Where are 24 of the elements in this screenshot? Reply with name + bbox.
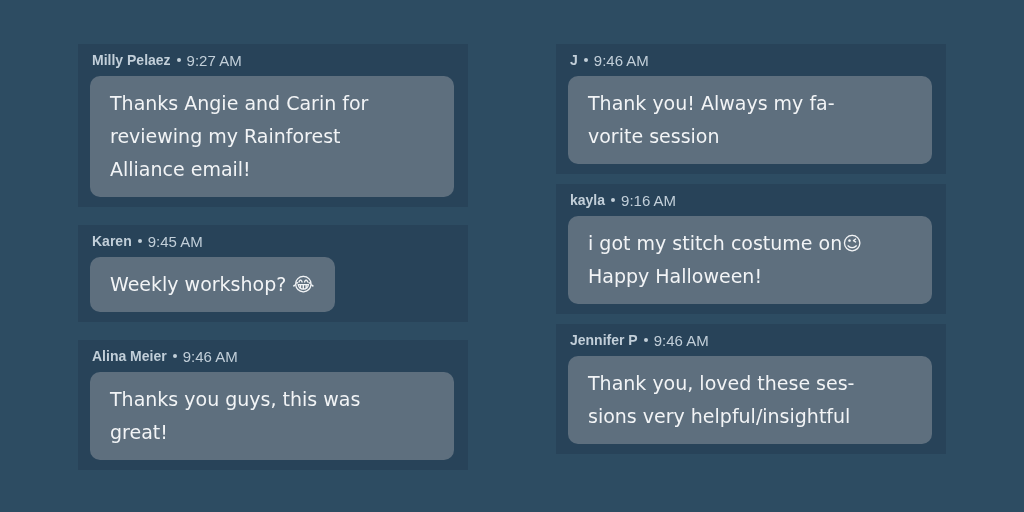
author-name: Karen <box>92 233 132 249</box>
message-time: 9:27 AM <box>186 51 242 69</box>
separator-dot <box>643 338 648 342</box>
author-name: Jennifer P <box>570 332 638 348</box>
message-bubble: Thanks you guys, this was great! <box>90 372 454 460</box>
message-bubble: Thank you, loved these ses- sions very helpful/insightful <box>568 356 932 444</box>
author-name: J <box>570 52 578 68</box>
message-bubble: Thanks Angie and Carin for reviewing my Rainforest Alliance email! <box>90 76 454 197</box>
message-bubble: Weekly workshop? 😂 <box>90 257 335 312</box>
author-name: kayla <box>570 192 606 208</box>
separator-dot <box>172 354 177 358</box>
separator-dot <box>176 58 181 62</box>
author-name: Alina Meier <box>92 348 167 364</box>
author-name: Milly Pelaez <box>92 52 171 68</box>
message-time: 9:46 AM <box>653 331 709 349</box>
message-time: 9:46 AM <box>182 347 238 365</box>
message-bubble: i got my stitch costume on😉 Happy Halloween! <box>568 216 932 304</box>
message-time: 9:45 AM <box>147 232 203 250</box>
message-time: 9:16 AM <box>621 191 677 209</box>
separator-dot <box>611 198 616 202</box>
message-bubble: Thank you! Always my fa- vorite session <box>568 76 932 164</box>
separator-dot <box>583 58 588 62</box>
message-time: 9:46 AM <box>593 51 649 69</box>
separator-dot <box>137 239 142 243</box>
